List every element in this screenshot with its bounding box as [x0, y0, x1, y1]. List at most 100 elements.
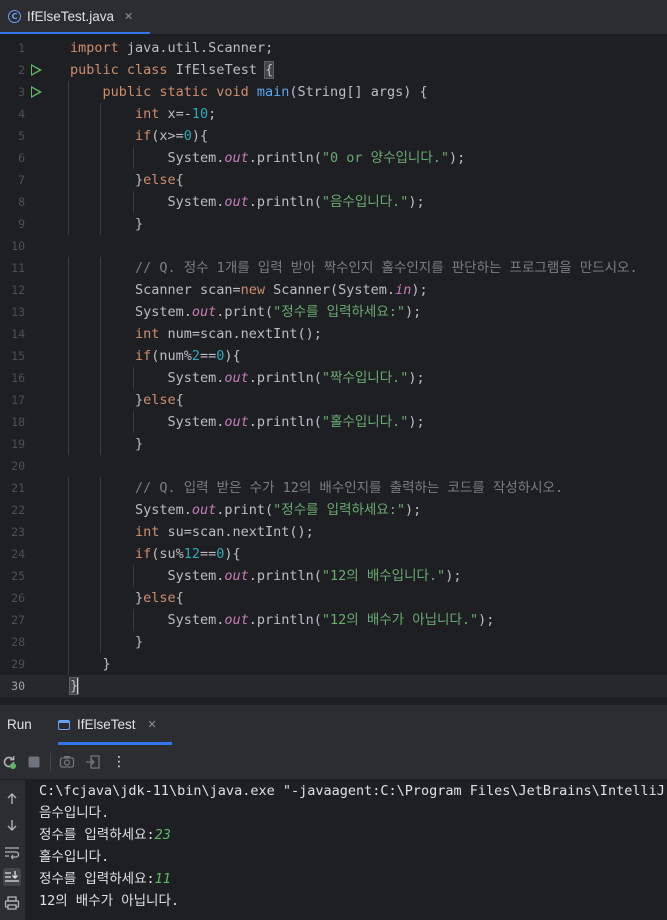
stop-icon[interactable] [25, 753, 43, 771]
code-line[interactable]: 22 System.out.print("정수를 입력하세요:"); [0, 499, 667, 521]
indent-guide [68, 191, 69, 213]
line-number: 9 [18, 217, 25, 231]
run-panel-title: Run [7, 717, 32, 732]
run-tab-ifelsetest[interactable]: IfElseTest ✕ [58, 705, 172, 745]
indent-guide [68, 279, 69, 301]
indent-guide [68, 543, 69, 565]
console-line: C:\fcjava\jdk-11\bin\java.exe "-javaagen… [39, 783, 667, 799]
user-input-text: 11 [154, 871, 171, 887]
line-number: 28 [11, 635, 25, 649]
rerun-icon[interactable] [0, 753, 18, 771]
line-number: 20 [11, 459, 25, 473]
code-line[interactable]: 30} [0, 675, 667, 697]
soft-wrap-icon[interactable] [3, 843, 21, 861]
indent-guide [132, 367, 134, 389]
code-text: } [134, 634, 144, 650]
code-line[interactable]: 14 int num=scan.nextInt(); [0, 323, 667, 345]
indent-guide [68, 323, 69, 345]
code-line[interactable]: 9} [0, 213, 667, 235]
close-icon[interactable]: ✕ [148, 718, 157, 731]
indent-guide [100, 103, 102, 125]
code-line[interactable]: 18 System.out.println("홀수입니다."); [0, 411, 667, 433]
indent-guide [100, 543, 102, 565]
code-line[interactable]: 8 System.out.println("음수입니다."); [0, 191, 667, 213]
more-icon[interactable]: ⋮ [110, 753, 128, 771]
line-number: 21 [11, 481, 25, 495]
code-line[interactable]: 15 if(num%2==0){ [0, 345, 667, 367]
console-line: 홀수입니다. [39, 849, 110, 865]
code-line[interactable]: 24 if(su%12==0){ [0, 543, 667, 565]
camera-icon[interactable] [58, 753, 76, 771]
code-line[interactable]: 5 if(x>=0){ [0, 125, 667, 147]
code-line[interactable]: 2 public class IfElseTest { [0, 59, 667, 81]
code-text: if(num%2==0){ [134, 348, 241, 364]
code-line[interactable]: 12 Scanner scan=new Scanner(System.in); [0, 279, 667, 301]
code-text: System.out.print("정수를 입력하세요:"); [134, 304, 422, 320]
text-cursor [77, 678, 80, 694]
down-arrow-icon[interactable] [3, 816, 21, 834]
indent-guide [100, 279, 102, 301]
code-line[interactable]: 16 System.out.println("짝수입니다."); [0, 367, 667, 389]
code-line[interactable]: 27 System.out.println("12의 배수가 아닙니다."); [0, 609, 667, 631]
editor-tab-ifelsetest[interactable]: C IfElseTest.java ✕ [0, 0, 150, 34]
indent-guide [132, 411, 134, 433]
code-line[interactable]: 25 System.out.println("12의 배수입니다."); [0, 565, 667, 587]
indent-guide [68, 257, 69, 279]
code-line[interactable]: 19} [0, 433, 667, 455]
code-line[interactable]: 6 System.out.println("0 or 양수입니다."); [0, 147, 667, 169]
scroll-to-end-icon[interactable] [3, 868, 21, 886]
console-output[interactable]: C:\fcjava\jdk-11\bin\java.exe "-javaagen… [25, 780, 667, 920]
code-text: int num=scan.nextInt(); [134, 326, 322, 342]
print-icon[interactable] [3, 894, 21, 912]
close-icon[interactable]: ✕ [124, 10, 133, 23]
code-line[interactable]: 13 System.out.print("정수를 입력하세요:"); [0, 301, 667, 323]
code-line[interactable]: 3 public static void main(String[] args) … [0, 81, 667, 103]
indent-guide [68, 477, 69, 499]
code-line[interactable]: 4 int x=-10; [0, 103, 667, 125]
code-line[interactable]: 7}else{ [0, 169, 667, 191]
indent-guide [100, 169, 102, 191]
code-text: System.out.print("정수를 입력하세요:"); [134, 502, 422, 518]
indent-guide [68, 125, 69, 147]
console-line: 정수를 입력하세요:23 [39, 827, 171, 843]
run-tab-label: IfElseTest [77, 717, 136, 732]
code-line[interactable]: 23 int su=scan.nextInt(); [0, 521, 667, 543]
code-line[interactable]: 11 // Q. 정수 1개를 입력 받아 짝수인지 홀수인지를 판단하는 프로그… [0, 257, 667, 279]
up-arrow-icon[interactable] [3, 790, 21, 808]
code-text: System.out.println("0 or 양수입니다."); [167, 150, 466, 166]
code-text: Scanner scan=new Scanner(System.in); [134, 282, 428, 298]
indent-guide [100, 433, 102, 455]
code-line[interactable]: 17}else{ [0, 389, 667, 411]
indent-guide [132, 565, 134, 587]
user-input-text: 23 [154, 827, 171, 843]
indent-guide [68, 103, 69, 125]
java-class-icon: C [8, 9, 21, 23]
code-line[interactable]: 21 // Q. 입력 받은 수가 12의 배수인지를 출력하는 코드를 작성하시… [0, 477, 667, 499]
indent-guide [68, 81, 69, 103]
code-editor[interactable]: 1 import java.util.Scanner; 2 public class … [0, 36, 667, 700]
indent-guide [100, 301, 102, 323]
exit-icon[interactable] [84, 753, 102, 771]
line-number: 8 [18, 195, 25, 209]
code-line[interactable]: 29} [0, 653, 667, 675]
code-line[interactable]: 10 [0, 235, 667, 257]
code-line[interactable]: 20 [0, 455, 667, 477]
run-gutter-icon[interactable] [31, 86, 42, 98]
indent-guide [100, 609, 102, 631]
indent-guide [68, 653, 69, 675]
line-number: 14 [11, 327, 25, 341]
code-line[interactable]: 26}else{ [0, 587, 667, 609]
indent-guide [68, 147, 69, 169]
indent-guide [100, 367, 102, 389]
code-line[interactable]: 28} [0, 631, 667, 653]
indent-guide [100, 499, 102, 521]
code-text: } [102, 656, 111, 672]
code-text: System.out.println("12의 배수입니다."); [167, 568, 462, 584]
code-line[interactable]: 1 import java.util.Scanner; [0, 37, 667, 59]
indent-guide [68, 521, 69, 543]
code-text: } [134, 216, 144, 232]
line-number: 7 [18, 173, 25, 187]
run-gutter-icon[interactable] [31, 64, 42, 76]
indent-guide [68, 499, 69, 521]
code-text: int su=scan.nextInt(); [134, 524, 314, 540]
